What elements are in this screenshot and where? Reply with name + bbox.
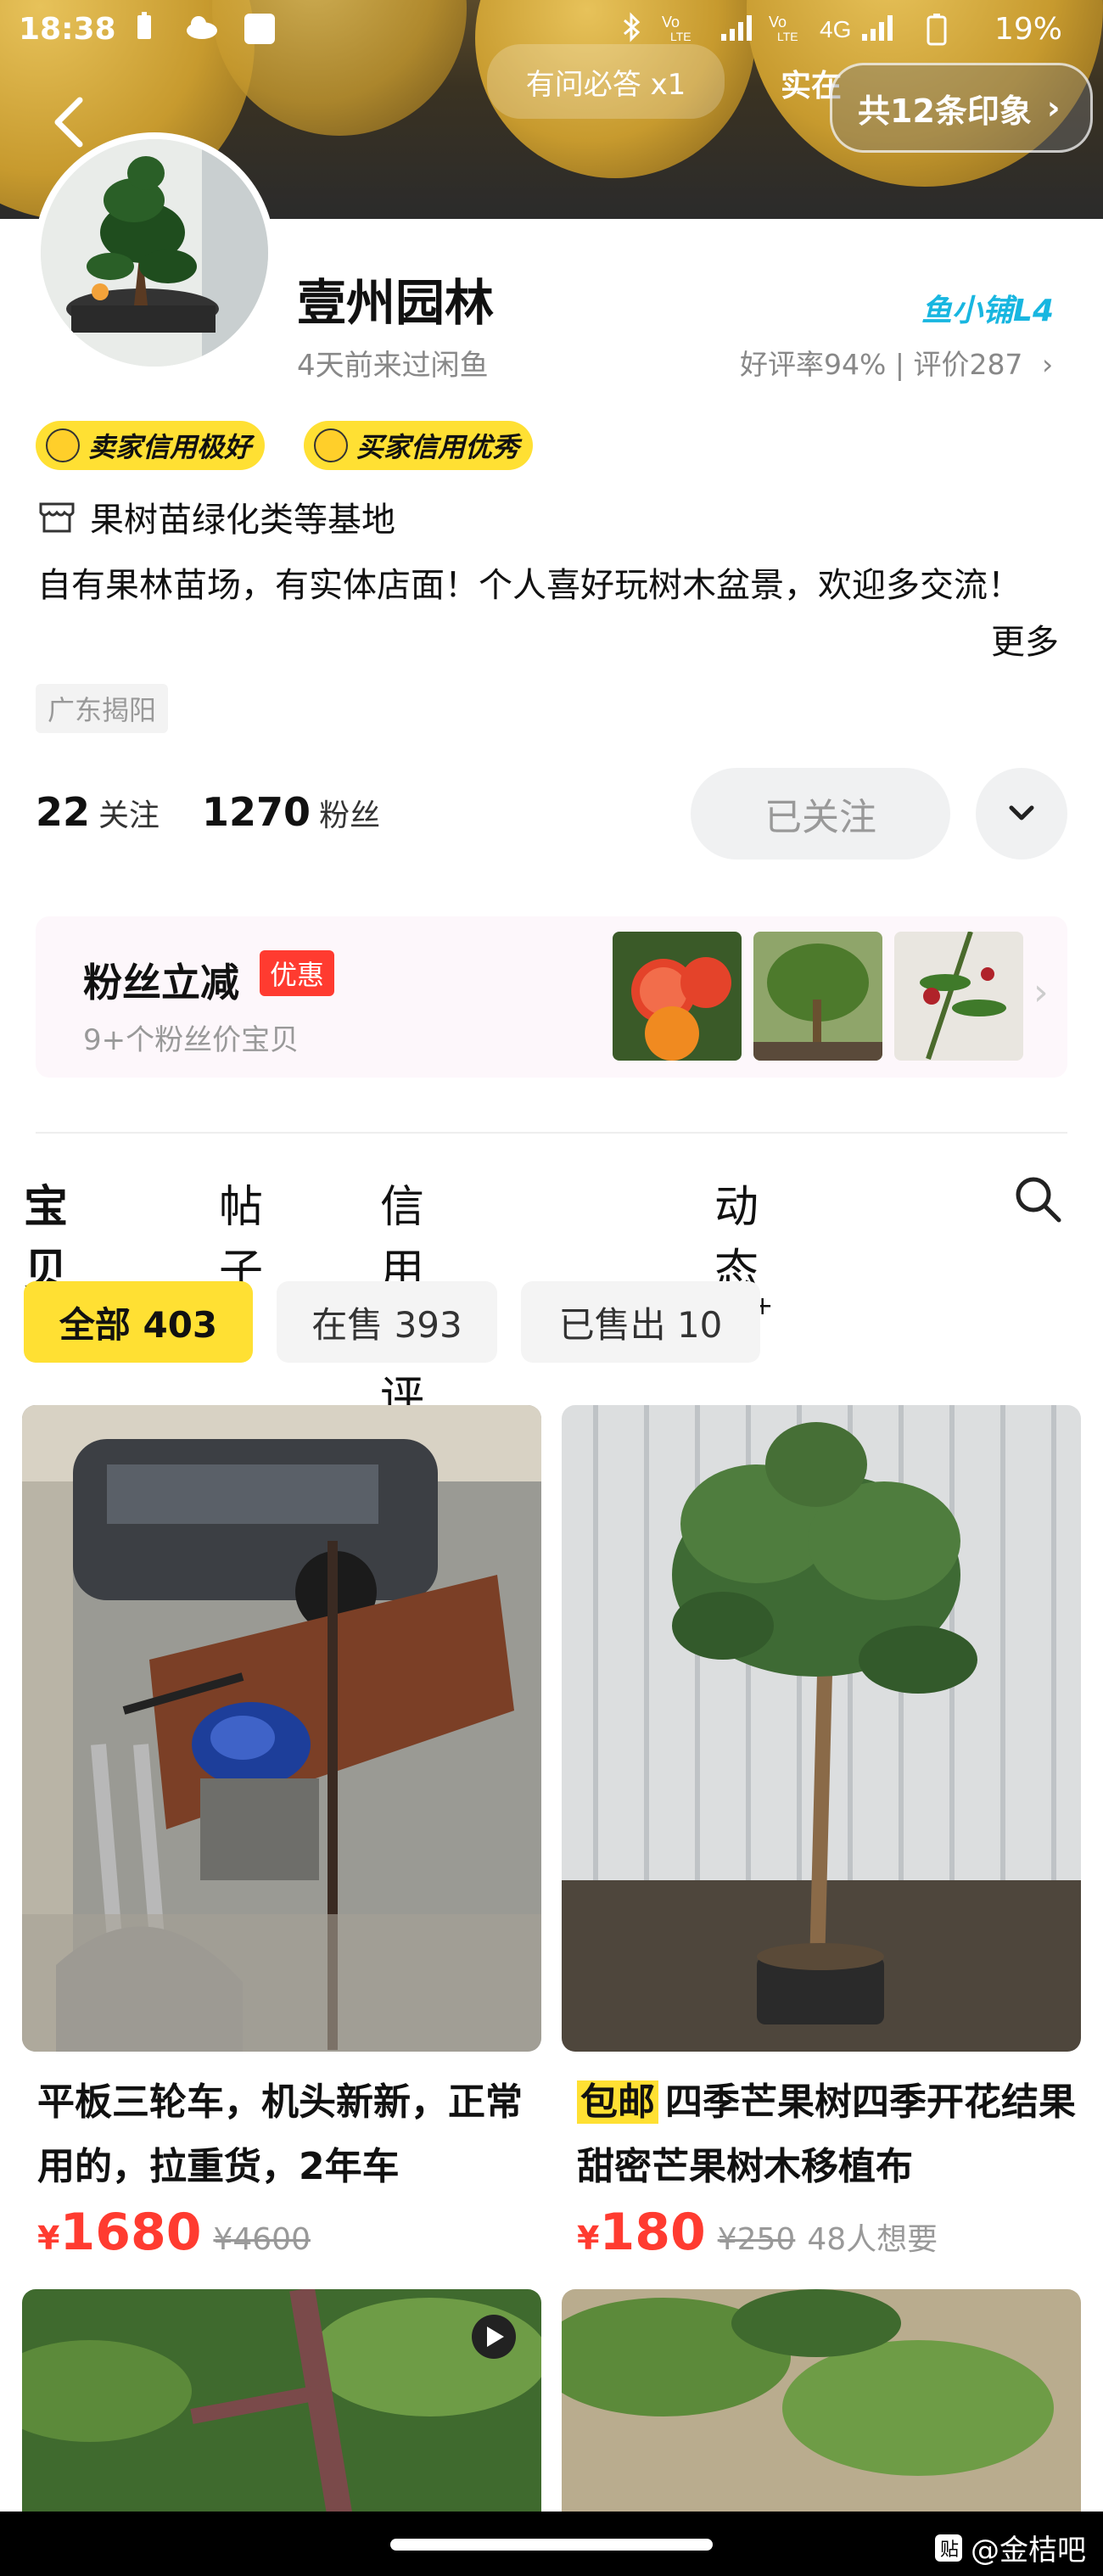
filter-all-label: 全部 403: [59, 1303, 218, 1346]
volte-icon-2: Vo LTE: [769, 12, 820, 43]
signal-4g-icon: 4G: [820, 12, 913, 42]
svg-text:贴: 贴: [940, 2540, 959, 2561]
fan-discount-card[interactable]: 粉丝立减 优惠 9+个粉丝价宝贝 ›: [36, 916, 1067, 1078]
last-seen: 4天前来过闲鱼: [297, 349, 489, 383]
bluetooth-icon: [616, 12, 647, 42]
search-icon: [1016, 1177, 1061, 1223]
impressions-pill-label: 共12条印象: [858, 92, 1032, 130]
emoji-heart-eyes-icon: [46, 428, 80, 462]
location-tag: 广东揭阳: [36, 684, 169, 733]
watermark-text: @金桔吧: [971, 2534, 1086, 2568]
cloud-icon: [185, 12, 217, 42]
filter-sold[interactable]: 已售出 10: [521, 1281, 760, 1363]
shop-level-badge[interactable]: 鱼小铺L4: [921, 286, 1054, 330]
chevron-left-icon: [54, 97, 83, 148]
item-wants-count: 48人想要: [807, 2222, 938, 2257]
svg-text:Vo: Vo: [662, 14, 680, 31]
item-image[interactable]: [22, 1405, 541, 2052]
rating-summary[interactable]: 好评率94% | 评价287 ›: [740, 342, 1053, 383]
category-text: 果树苗绿化类等基地: [90, 501, 395, 540]
qa-pill-label: 有问必答 x1: [525, 67, 686, 102]
item-title: 平板三轮车，机头新新，正常用的，拉重货，2年车: [37, 2080, 523, 2188]
back-button[interactable]: [46, 92, 93, 151]
item-original-price: ¥4600: [213, 2222, 311, 2257]
item-card[interactable]: 平板三轮车，机头新新，正常用的，拉重货，2年车 ¥1680 ¥4600: [22, 1405, 541, 2262]
filter-on-sale-label: 在售 393: [311, 1303, 462, 1346]
emoji-wow-icon: [314, 428, 348, 462]
seller-credit-tag[interactable]: 卖家信用极好: [36, 421, 266, 470]
volte-icon: Vo LTE: [662, 12, 713, 43]
promo-thumb-fruit: [894, 932, 1023, 1061]
free-shipping-badge: 包邮: [577, 2080, 658, 2124]
promo-thumb-tree: [753, 932, 882, 1061]
battery-alert-icon: [129, 12, 160, 42]
shop-avatar[interactable]: [34, 132, 275, 373]
store-icon: [39, 502, 75, 533]
more-options-button[interactable]: [976, 768, 1067, 860]
price-value: 1680: [59, 2203, 202, 2262]
item-image[interactable]: [562, 2289, 1081, 2544]
buyer-credit-tag[interactable]: 买家信用优秀: [304, 421, 534, 470]
svg-text:4G: 4G: [820, 16, 851, 42]
filter-sold-label: 已售出 10: [558, 1303, 723, 1346]
svg-text:LTE: LTE: [670, 30, 691, 42]
following-label[interactable]: 关注: [98, 791, 160, 835]
item-price-row: ¥180 ¥250 48人想要: [562, 2203, 1081, 2262]
chevron-right-icon: ›: [1046, 89, 1061, 126]
qa-pill[interactable]: 有问必答 x1: [487, 44, 725, 119]
following-count[interactable]: 22: [36, 789, 90, 835]
tieba-logo-icon: 贴: [935, 2534, 962, 2562]
tab-items-label: 宝贝: [24, 1182, 69, 1296]
watermark: 贴 @金桔吧: [933, 2527, 1086, 2568]
fans-count[interactable]: 1270: [202, 789, 311, 835]
more-link[interactable]: 更多: [991, 614, 1059, 664]
tab-posts-label: 帖子: [219, 1182, 264, 1296]
currency-symbol: ¥: [577, 2220, 600, 2257]
battery-icon: [921, 12, 952, 46]
promo-thumb-oranges: [613, 932, 742, 1061]
status-time: 18:38: [19, 12, 116, 47]
promo-title: 粉丝立减: [83, 960, 239, 1005]
item-price: ¥180: [577, 2203, 706, 2262]
filter-all[interactable]: 全部 403: [24, 1281, 253, 1363]
seller-credit-label: 卖家信用极好: [88, 431, 252, 463]
shop-name: 壹州园林: [297, 274, 495, 332]
item-price-row: ¥1680 ¥4600: [22, 2203, 541, 2262]
promo-subtitle: 9+个粉丝价宝贝: [83, 1023, 300, 1057]
shop-category: 果树苗绿化类等基地: [37, 492, 395, 541]
item-image[interactable]: [22, 2289, 541, 2544]
battery-percent: 19%: [994, 12, 1062, 47]
chevron-down-icon: [1009, 805, 1034, 820]
promo-badge: 优惠: [260, 950, 335, 996]
section-divider: [36, 1132, 1067, 1134]
currency-symbol: ¥: [37, 2220, 60, 2257]
item-card[interactable]: 包邮 四季芒果树四季开花结果甜密芒果树木移植布 ¥180 ¥250 48人想要: [562, 1405, 1081, 2262]
shop-bio: 自有果林苗场，有实体店面！个人喜好玩树木盆景，欢迎多交流！: [37, 566, 1022, 605]
item-price: ¥1680: [37, 2203, 201, 2262]
follow-button[interactable]: 已关注: [691, 768, 950, 860]
follow-button-label: 已关注: [764, 796, 876, 839]
chevron-right-icon: ›: [1041, 348, 1054, 381]
home-indicator[interactable]: [390, 2539, 713, 2551]
signal-icon: [718, 12, 760, 42]
search-button[interactable]: [1011, 1173, 1066, 1227]
item-original-price: ¥250: [717, 2222, 796, 2257]
chevron-right-icon: ›: [1033, 971, 1049, 1014]
item-title: 包邮 四季芒果树四季开花结果甜密芒果树木移植布: [562, 2070, 1078, 2199]
impressions-pill[interactable]: 共12条印象 ›: [830, 63, 1093, 153]
filter-on-sale[interactable]: 在售 393: [277, 1281, 497, 1363]
price-value: 180: [599, 2203, 706, 2262]
app-notification-icon: [243, 12, 275, 44]
rating-text: 好评率94% | 评价287: [740, 348, 1023, 381]
follow-stats: 22 关注 1270 粉丝: [36, 789, 414, 835]
fans-label[interactable]: 粉丝: [319, 791, 380, 835]
svg-text:Vo: Vo: [769, 14, 787, 31]
buyer-credit-label: 买家信用优秀: [356, 431, 520, 463]
tab-activity-label: 动态: [714, 1182, 759, 1296]
item-image[interactable]: [562, 1405, 1081, 2052]
svg-text:LTE: LTE: [777, 30, 798, 42]
